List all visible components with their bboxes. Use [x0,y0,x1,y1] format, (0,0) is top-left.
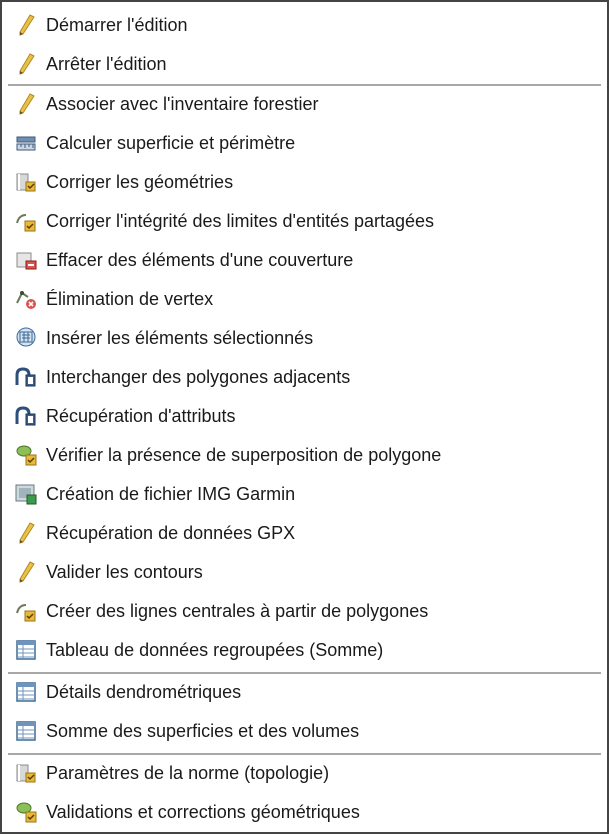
table-icon [14,719,38,743]
menu-item[interactable]: Élimination de vertex [2,280,607,317]
menu-item-label: Vérifier la présence de superposition de… [46,445,442,465]
menu-separator [8,84,601,86]
menu-item[interactable]: Corriger l'intégrité des limites d'entit… [2,202,607,239]
menu-item-label: Effacer des éléments d'une couverture [46,250,354,270]
pencil-icon [14,560,38,584]
menu-item[interactable]: Valider les contours [2,553,607,590]
menu-item[interactable]: Détails dendrométriques [2,673,607,710]
menu-item-label: Calculer superficie et périmètre [46,133,296,153]
menu-item-label: Corriger les géométries [46,172,234,192]
menu-item-label: Récupération de données GPX [46,523,296,543]
menu-item[interactable]: Paramètres de la norme (topologie) [2,754,607,791]
menu-item-label: Associer avec l'inventaire forestier [46,94,319,114]
line-edit-icon [14,209,38,233]
overlap-check-icon [14,443,38,467]
pencil-icon [14,521,38,545]
pencil-icon [14,13,38,37]
overlap-check-icon [14,800,38,824]
menu-item[interactable]: Somme des superficies et des volumes [2,712,607,749]
context-menu: Démarrer l'édition Arrêter l'édition Assoc… [0,0,609,834]
menu-item[interactable]: Insérer les éléments sélectionnés [2,319,607,356]
menu-item[interactable]: Validations et corrections géométriques [2,793,607,830]
vertex-delete-icon [14,287,38,311]
menu-item[interactable]: Arrêter l'édition [2,45,607,82]
menu-item-label: Création de fichier IMG Garmin [46,484,296,504]
menu-item-label: Valider les contours [46,562,203,582]
menu-item-label: Arrêter l'édition [46,54,167,74]
geometry-tool-icon [14,170,38,194]
menu-item-label: Récupération d'attributs [46,406,236,426]
insert-icon [14,326,38,350]
menu-item[interactable]: Tableau de données regroupées (Somme) [2,631,607,668]
menu-item-label: Détails dendrométriques [46,682,242,702]
menu-item-label: Tableau de données regroupées (Somme) [46,640,384,660]
geometry-tool-icon [14,761,38,785]
menu-item-label: Corriger l'intégrité des limites d'entit… [46,211,435,231]
menu-item-label: Interchanger des polygones adjacents [46,367,351,387]
menu-item[interactable]: Effacer des éléments d'une couverture [2,241,607,278]
line-edit-icon [14,599,38,623]
menu-item[interactable]: Création de fichier IMG Garmin [2,475,607,512]
menu-separator [8,672,601,674]
menu-item-label: Paramètres de la norme (topologie) [46,763,330,783]
measure-icon [14,131,38,155]
menu-item[interactable]: Démarrer l'édition [2,6,607,43]
table-icon [14,638,38,662]
menu-item-label: Démarrer l'édition [46,15,188,35]
erase-icon [14,248,38,272]
menu-item[interactable]: Calculer superficie et périmètre [2,124,607,161]
menu-item[interactable]: Interchanger des polygones adjacents [2,358,607,395]
menu-separator [8,753,601,755]
garmin-icon [14,482,38,506]
pencil-icon [14,92,38,116]
menu-item-label: Élimination de vertex [46,289,214,309]
swap-polygon-icon [14,365,38,389]
menu-item[interactable]: Vérifier la présence de superposition de… [2,436,607,473]
swap-polygon-icon [14,404,38,428]
menu-item[interactable]: Associer avec l'inventaire forestier [2,85,607,122]
menu-item[interactable]: Récupération de données GPX [2,514,607,551]
menu-item-label: Somme des superficies et des volumes [46,721,360,741]
table-icon [14,680,38,704]
menu-item-label: Insérer les éléments sélectionnés [46,328,314,348]
menu-item[interactable]: Récupération d'attributs [2,397,607,434]
menu-item[interactable]: Créer des lignes centrales à partir de p… [2,592,607,629]
menu-item-label: Créer des lignes centrales à partir de p… [46,601,429,621]
pencil-icon [14,52,38,76]
menu-item[interactable]: Corriger les géométries [2,163,607,200]
menu-item-label: Validations et corrections géométriques [46,802,360,822]
